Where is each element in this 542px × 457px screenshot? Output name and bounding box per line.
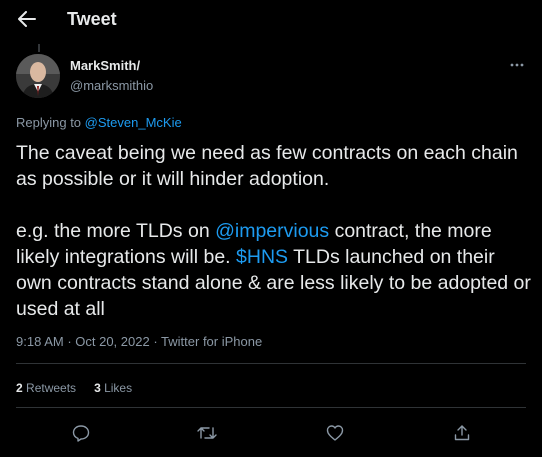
tweet-date[interactable]: Oct 20, 2022 (75, 334, 149, 349)
tweet-source[interactable]: Twitter for iPhone (161, 334, 262, 349)
back-arrow-icon[interactable] (16, 8, 38, 30)
divider (16, 407, 526, 408)
retweet-icon[interactable] (196, 422, 218, 444)
tweet-time[interactable]: 9:18 AM (16, 334, 64, 349)
more-options-icon[interactable] (508, 58, 526, 72)
engagement-stats: 2 Retweets 3 Likes (16, 381, 132, 395)
mention-link[interactable]: @impervious (215, 220, 329, 242)
author-handle: @marksmithio (70, 78, 154, 93)
page-title: Tweet (67, 9, 117, 29)
like-icon[interactable] (324, 422, 346, 444)
tweet-paragraph-2: e.g. the more TLDs on @impervious contra… (16, 218, 531, 322)
replying-to-label: Replying to (16, 115, 82, 130)
replying-to: Replying to @Steven_McKie (16, 115, 182, 130)
top-bar: Tweet (0, 0, 542, 40)
tweet-paragraph-1: The caveat being we need as few contract… (16, 142, 518, 190)
avatar[interactable] (16, 54, 60, 98)
replying-to-link[interactable]: @Steven_McKie (85, 115, 182, 130)
action-bar (0, 420, 542, 446)
tweet-meta: 9:18 AM · Oct 20, 2022 · Twitter for iPh… (16, 334, 263, 349)
share-icon[interactable] (451, 422, 473, 444)
thread-connector-line (38, 44, 40, 52)
reply-icon[interactable] (70, 422, 92, 444)
tweet-text: The caveat being we need as few contract… (16, 140, 531, 322)
divider (16, 363, 526, 364)
cashtag-link[interactable]: $HNS (236, 246, 288, 268)
retweets-stat[interactable]: 2 Retweets (16, 381, 76, 395)
author-display-name[interactable]: MarkSmith/ (70, 58, 140, 73)
tweet-text-segment: e.g. the more TLDs on (16, 220, 216, 242)
likes-stat[interactable]: 3 Likes (94, 381, 132, 395)
